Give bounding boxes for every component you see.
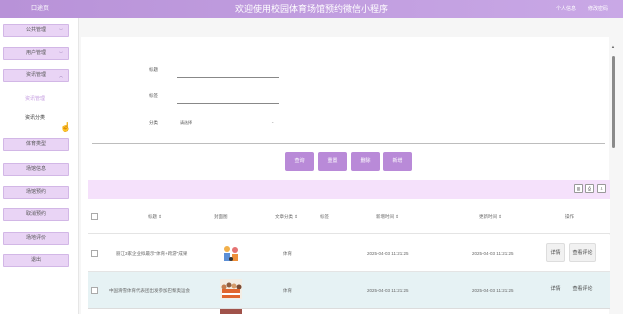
- sidebar-item-label: 场馆信息: [25, 166, 46, 172]
- detail-button[interactable]: 详情: [546, 243, 565, 262]
- category-label: 分类: [149, 120, 158, 125]
- sidebar-item-label: 退出: [30, 257, 41, 263]
- column-header-actions: 操作: [565, 214, 574, 219]
- table-header: [88, 199, 610, 234]
- sidebar-item-label: 取消预约: [25, 211, 46, 217]
- scrollbar-thumb[interactable]: [612, 56, 615, 148]
- sidebar-item-users[interactable]: 用户管理 ﹀: [3, 47, 69, 60]
- title-label: 标题: [149, 67, 158, 72]
- sidebar-item-venue-info[interactable]: 场馆信息: [3, 163, 69, 176]
- top-bar: 口途页 欢迎使用校园体育场馆预约微信小程序 个人信息 修改密码: [0, 0, 623, 18]
- add-button[interactable]: 新增: [383, 152, 412, 171]
- row-title: 中国滑雪体育代表团出发参加巴黎奥运会: [109, 288, 190, 293]
- chevron-down-icon: ﹀: [59, 51, 63, 56]
- hand-cursor-icon: ☝: [60, 122, 72, 132]
- row-updated: 2025-04-03 11:21:25: [472, 251, 514, 256]
- form-divider: [92, 143, 605, 144]
- personal-center-link[interactable]: 个人信息: [556, 0, 576, 18]
- sidebar: 公共管理 ﹀ 用户管理 ﹀ 资讯管理 ︿ 资讯管理 资讯分类 体育类型 场馆信息…: [0, 18, 79, 314]
- row-checkbox[interactable]: [91, 250, 98, 257]
- column-header-title[interactable]: 标题 ⇕: [148, 214, 162, 220]
- row-created: 2025-04-03 11:21:25: [367, 251, 409, 256]
- query-button[interactable]: 查询: [285, 152, 314, 171]
- chevron-down-icon[interactable]: ⌄: [271, 119, 274, 124]
- sidebar-item-label: 场馆预约: [25, 189, 46, 195]
- view-comments-button[interactable]: 查看评论: [569, 279, 596, 298]
- delete-button[interactable]: 删除: [351, 152, 380, 171]
- tag-label: 标签: [149, 93, 158, 98]
- sidebar-item-reservation[interactable]: 场馆预约: [3, 186, 69, 199]
- column-header-updated[interactable]: 更新时间 ⇕: [479, 214, 502, 220]
- row-title: 丽江3家企业拟最示"体育+跨游"成果: [116, 251, 188, 256]
- category-select[interactable]: 请选择: [180, 120, 192, 126]
- column-header-created[interactable]: 新增时间 ⇕: [376, 214, 399, 220]
- sidebar-item-review[interactable]: 场地评价: [3, 232, 69, 245]
- row-updated: 2025-04-03 11:21:25: [472, 288, 514, 293]
- sidebar-sub-news-manage[interactable]: 资讯管理: [0, 95, 70, 102]
- cover-image: [220, 279, 242, 299]
- filter-icon[interactable]: ▥: [574, 184, 583, 193]
- row-checkbox[interactable]: [91, 287, 98, 294]
- table-toolbar: [88, 180, 610, 199]
- view-comments-button[interactable]: 查看评论: [569, 243, 596, 262]
- sidebar-item-news[interactable]: 资讯管理 ︿: [3, 69, 69, 82]
- reset-button[interactable]: 重置: [318, 152, 347, 171]
- row-category: 体育: [283, 288, 292, 293]
- cover-image: [220, 309, 242, 314]
- cover-image: [220, 243, 242, 263]
- sidebar-item-label: 用户管理: [25, 50, 46, 56]
- scrollbar[interactable]: ▲: [611, 44, 615, 314]
- column-header-category[interactable]: 文章分类 ⇕: [275, 214, 298, 220]
- chevron-up-icon: ︿: [59, 73, 63, 78]
- sidebar-item-logout[interactable]: 退出: [3, 254, 69, 267]
- sidebar-item-label: 资讯管理: [25, 72, 46, 78]
- sidebar-item-label: 场地评价: [25, 235, 46, 241]
- sidebar-item-public[interactable]: 公共管理 ﹀: [3, 24, 69, 37]
- sidebar-item-label: 体育类型: [25, 141, 46, 147]
- export-icon[interactable]: ⇩: [597, 184, 606, 193]
- print-icon[interactable]: ⎙: [585, 184, 594, 193]
- chevron-down-icon: ﹀: [59, 28, 63, 33]
- sidebar-item-label: 公共管理: [25, 27, 46, 33]
- row-category: 体育: [283, 251, 292, 256]
- title-input[interactable]: [177, 77, 279, 78]
- app-title: 欢迎使用校园体育场馆预约微信小程序: [234, 4, 388, 14]
- row-created: 2025-04-03 11:21:25: [367, 288, 409, 293]
- scroll-up-icon[interactable]: ▲: [611, 44, 615, 49]
- select-all-checkbox[interactable]: [91, 213, 98, 220]
- detail-button[interactable]: 详情: [546, 279, 565, 298]
- column-header-cover: 封面图: [214, 214, 228, 219]
- column-header-tag: 标签: [320, 214, 329, 219]
- tag-input[interactable]: [177, 103, 279, 104]
- sidebar-sub-news-category[interactable]: 资讯分类: [0, 114, 70, 121]
- sidebar-item-sport-type[interactable]: 体育类型: [3, 138, 69, 151]
- sidebar-item-cancel[interactable]: 取消预约: [3, 208, 69, 221]
- change-password-link[interactable]: 修改密码: [588, 0, 608, 18]
